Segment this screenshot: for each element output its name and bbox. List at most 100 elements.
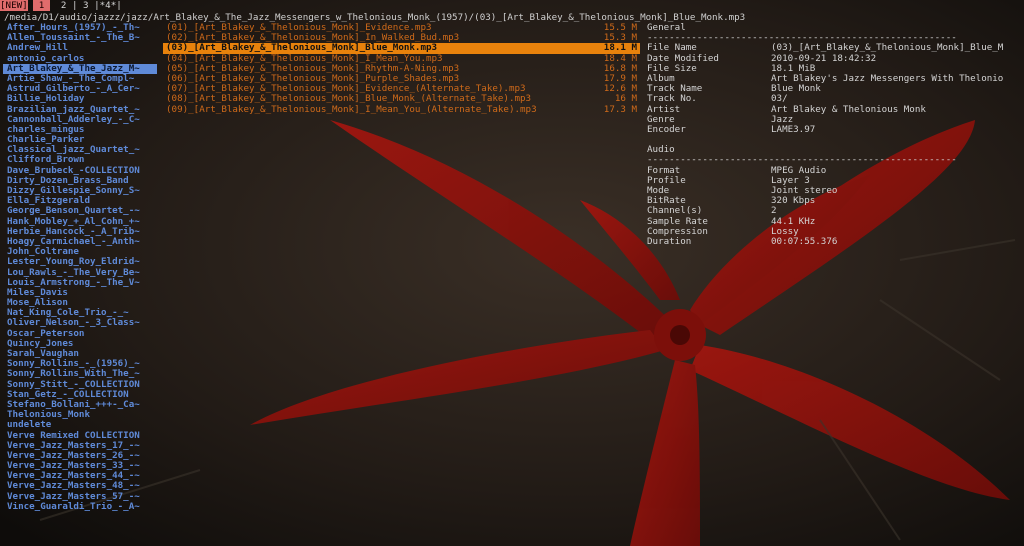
section-separator: ----------------------------------------…: [647, 33, 957, 44]
info-key: File Size: [647, 63, 697, 74]
info-value: 320 Kbps: [771, 196, 816, 207]
audio-section-header: Audio: [647, 145, 675, 156]
directory-item[interactable]: Dizzy_Gillespie_Sonny_S~: [3, 186, 157, 196]
file-size: 16 M: [614, 94, 637, 105]
file-item[interactable]: (06)_[Art_Blakey_&_Thelonious_Monk]_Purp…: [163, 74, 640, 84]
info-row: Encoder LAME3.97: [647, 125, 1024, 135]
directory-item[interactable]: Quincy_Jones: [3, 339, 157, 349]
file-name: (03)_[Art_Blakey_&_Thelonious_Monk]_Blue…: [166, 43, 438, 54]
file-name: (07)_[Art_Blakey_&_Thelonious_Monk]_Evid…: [166, 84, 526, 95]
directory-item[interactable]: Lester_Young_Roy_Eldrid~: [3, 257, 157, 267]
file-item[interactable]: (05)_[Art_Blakey_&_Thelonious_Monk]_Rhyt…: [163, 64, 640, 74]
directory-item[interactable]: Verve_Jazz_Masters_33_-~: [3, 461, 157, 471]
tab-0[interactable]: [NEW]: [0, 0, 28, 11]
tab-1[interactable]: 1: [33, 0, 50, 11]
file-item[interactable]: (01)_[Art_Blakey_&_Thelonious_Monk]_Evid…: [163, 23, 640, 33]
info-value: (03)_[Art_Blakey_&_Thelonious_Monk]_Blue…: [771, 43, 1004, 54]
directory-item[interactable]: Allen_Toussaint_-_The_B~: [3, 33, 157, 43]
directory-item[interactable]: Cannonball_Adderley_-_C~: [3, 115, 157, 125]
directory-item[interactable]: Verve_Jazz_Masters_26_-~: [3, 451, 157, 461]
directory-item[interactable]: undelete: [3, 420, 157, 430]
directory-item[interactable]: Verve_Jazz_Masters_57_-~: [3, 492, 157, 502]
directory-item[interactable]: Sonny_Rollins_-_(1956)_~: [3, 359, 157, 369]
directory-item[interactable]: Billie_Holiday: [3, 94, 157, 104]
directory-item[interactable]: Sonny_Rollins_With_The_~: [3, 369, 157, 379]
info-row: Sample Rate 44.1 KHz: [647, 217, 1024, 227]
directory-item[interactable]: Sarah_Vaughan: [3, 349, 157, 359]
directory-item[interactable]: Artie_Shaw_-_The_Compl~: [3, 74, 157, 84]
info-row: Channel(s) 2: [647, 206, 1024, 216]
info-key: Album: [647, 73, 675, 84]
info-value: Jazz: [771, 114, 794, 125]
info-row: Profile Layer 3: [647, 176, 1024, 186]
info-value: 2010-09-21 18:42:32: [771, 53, 877, 64]
directory-item[interactable]: Verve_Jazz_Masters_48_-~: [3, 481, 157, 491]
info-value: MPEG Audio: [771, 165, 827, 176]
directory-item[interactable]: Oscar_Peterson: [3, 329, 157, 339]
info-row: Artist Art Blakey & Thelonious Monk: [647, 105, 1024, 115]
directory-pane: After_Hours_(1957)_-_Th~ Allen_Toussaint_…: [3, 23, 157, 512]
directory-item[interactable]: Miles_Davis: [3, 288, 157, 298]
info-key: Format: [647, 165, 681, 176]
file-item[interactable]: (04)_[Art_Blakey_&_Thelonious_Monk]_I_Me…: [163, 54, 640, 64]
directory-item[interactable]: Dirty_Dozen_Brass_Band: [3, 176, 157, 186]
directory-item[interactable]: charles_mingus: [3, 125, 157, 135]
directory-item[interactable]: Ella_Fitzgerald: [3, 196, 157, 206]
file-item[interactable]: (08)_[Art_Blakey_&_Thelonious_Monk]_Blue…: [163, 94, 640, 104]
file-info-pane: General --------------------------------…: [647, 23, 1024, 247]
directory-item[interactable]: Sonny_Stitt_-_COLLECTION: [3, 380, 157, 390]
info-row: Duration 00:07:55.376: [647, 237, 1024, 247]
directory-item[interactable]: Stan_Getz_-_COLLECTION: [3, 390, 157, 400]
file-size: 18.4 M: [603, 53, 637, 64]
file-size: 17.9 M: [603, 73, 637, 84]
directory-item[interactable]: Verve_Jazz_Masters_17_-~: [3, 441, 157, 451]
directory-item[interactable]: Verve Remixed COLLECTION: [3, 431, 157, 441]
file-item[interactable]: (09)_[Art_Blakey_&_Thelonious_Monk]_I_Me…: [163, 105, 640, 115]
directory-item[interactable]: Astrud_Gilberto_-_A_Cer~: [3, 84, 157, 94]
directory-item[interactable]: Lou_Rawls_-_The_Very_Be~: [3, 268, 157, 278]
directory-item[interactable]: Herbie_Hancock_-_A_Trib~: [3, 227, 157, 237]
info-value: 44.1 KHz: [771, 216, 816, 227]
directory-item[interactable]: Hoagy_Carmichael_-_Anth~: [3, 237, 157, 247]
info-key: Track Name: [647, 84, 703, 95]
directory-item[interactable]: Art_Blakey_&_The_Jazz_M~: [3, 63, 157, 74]
directory-item[interactable]: Thelonious_Monk: [3, 410, 157, 420]
info-value: Layer 3: [771, 175, 810, 186]
directory-item[interactable]: George_Benson_Quartet_-~: [3, 206, 157, 216]
directory-item[interactable]: Charlie_Parker: [3, 135, 157, 145]
info-row: BitRate 320 Kbps: [647, 196, 1024, 206]
directory-item[interactable]: John_Coltrane: [3, 247, 157, 257]
info-key: Duration: [647, 236, 692, 247]
directory-item[interactable]: Brazilian_jazz_Quartet_~: [3, 105, 157, 115]
directory-item[interactable]: Classical_jazz_Quartet_~: [3, 145, 157, 155]
file-name: (04)_[Art_Blakey_&_Thelonious_Monk]_I_Me…: [166, 53, 443, 64]
file-size: 12.6 M: [603, 84, 637, 95]
directory-item[interactable]: Stefano_Bollani_+++-_Ca~: [3, 400, 157, 410]
file-size: 15.5 M: [603, 23, 637, 33]
directory-item[interactable]: Mose_Alison: [3, 298, 157, 308]
directory-item[interactable]: Andrew_Hill: [3, 43, 157, 53]
info-value: 00:07:55.376: [771, 236, 838, 247]
file-size: 17.3 M: [603, 104, 637, 115]
directory-item[interactable]: Dave_Brubeck_-COLLECTION: [3, 166, 157, 176]
info-key: File Name: [647, 43, 697, 54]
directory-item[interactable]: Hank_Mobley_+_Al_Cohn_+~: [3, 217, 157, 227]
directory-item[interactable]: Vince_Guaraldi_Trio_-_A~: [3, 502, 157, 512]
directory-item[interactable]: Verve_Jazz_Masters_44_-~: [3, 471, 157, 481]
file-size: 18.1 M: [603, 43, 637, 54]
directory-item[interactable]: Nat_King_Cole_Trio_-_~: [3, 308, 157, 318]
file-item[interactable]: (07)_[Art_Blakey_&_Thelonious_Monk]_Evid…: [163, 84, 640, 94]
directory-item[interactable]: Louis_Armstrong_-_The_V~: [3, 278, 157, 288]
info-row: Track Name Blue Monk: [647, 84, 1024, 94]
directory-item[interactable]: After_Hours_(1957)_-_Th~: [3, 23, 157, 33]
tab-2[interactable]: 2 | 3 |*4*|: [55, 0, 122, 11]
file-name: (08)_[Art_Blakey_&_Thelonious_Monk]_Blue…: [166, 94, 532, 105]
file-name: (02)_[Art_Blakey_&_Thelonious_Monk]_In_W…: [166, 33, 460, 44]
directory-item[interactable]: Oliver_Nelson_-_3_Class~: [3, 318, 157, 328]
directory-item[interactable]: antonio_carlos: [3, 54, 157, 64]
directory-item[interactable]: Clifford_Brown: [3, 155, 157, 165]
file-item[interactable]: (03)_[Art_Blakey_&_Thelonious_Monk]_Blue…: [163, 43, 640, 54]
tab-bar: [NEW] 1 2 | 3 |*4*|: [0, 0, 1024, 11]
info-key: Compression: [647, 226, 708, 237]
file-item[interactable]: (02)_[Art_Blakey_&_Thelonious_Monk]_In_W…: [163, 33, 640, 43]
